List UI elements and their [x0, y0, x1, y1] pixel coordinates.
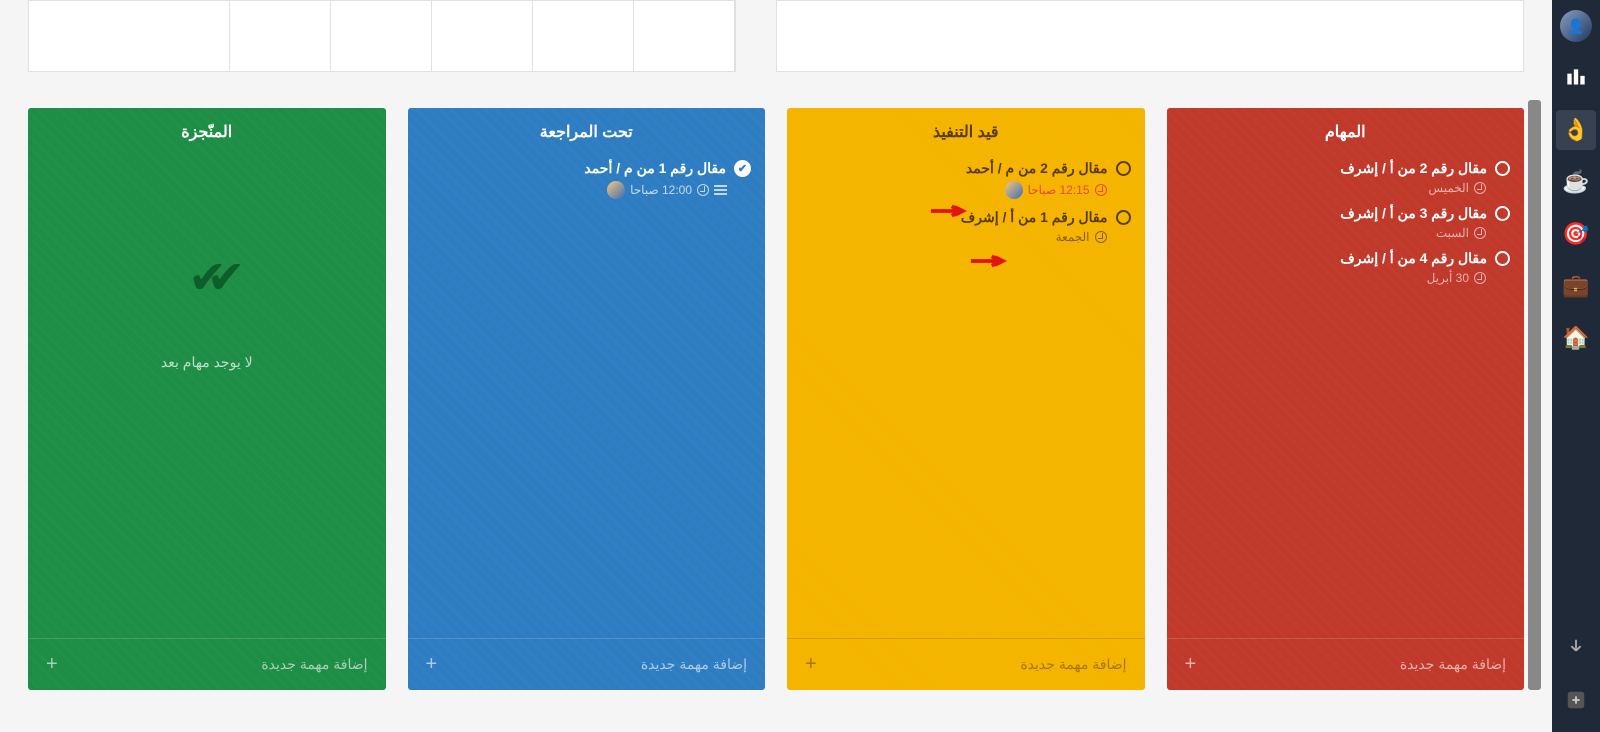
right-sidebar: 👤 👌 ☕ 🎯 💼 🏠 — [1552, 0, 1600, 732]
column-review: تحت المراجعة ✔ مقال رقم 1 من م / أحمد 12:… — [408, 108, 766, 690]
add-label: إضافة مهمة جديدة — [1400, 656, 1506, 673]
assignee-avatar-icon — [1005, 181, 1023, 199]
task-done-check-icon[interactable]: ✔ — [734, 160, 751, 177]
plus-icon: + — [426, 653, 438, 676]
calendar-cell[interactable] — [230, 1, 331, 71]
sidebar-home[interactable]: 🏠 — [1556, 318, 1596, 358]
calendar-cell[interactable] — [634, 1, 735, 71]
task-status-circle-icon[interactable] — [1495, 161, 1510, 176]
sidebar-ok[interactable]: 👌 — [1556, 110, 1596, 150]
task-card[interactable]: مقال رقم 3 من أ / إشرف السبت — [1181, 205, 1511, 240]
task-card[interactable]: مقال رقم 2 من أ / إشرف الخميس — [1181, 160, 1511, 195]
clock-icon — [1095, 231, 1107, 243]
column-header: المهام — [1167, 108, 1525, 160]
briefcase-icon: 💼 — [1562, 273, 1589, 299]
task-title: مقال رقم 1 من أ / إشرف — [961, 209, 1108, 226]
task-list: ✔✔ لا يوجد مهام بعد — [28, 160, 386, 638]
sidebar-briefcase[interactable]: 💼 — [1556, 266, 1596, 306]
clock-icon — [1474, 272, 1486, 284]
task-title: مقال رقم 3 من أ / إشرف — [1340, 205, 1487, 222]
add-task-button[interactable]: إضافة مهمة جديدة + — [787, 638, 1145, 690]
clock-icon — [1474, 182, 1486, 194]
task-status-circle-icon[interactable] — [1495, 206, 1510, 221]
top-panel-right — [28, 0, 736, 72]
sidebar-avatar[interactable]: 👤 — [1556, 6, 1596, 46]
assignee-avatar-icon — [607, 181, 625, 199]
sidebar-logo[interactable] — [1556, 58, 1596, 98]
task-meta: 30 أبريل — [1427, 271, 1469, 285]
plus-icon: + — [805, 653, 817, 676]
list-icon — [714, 185, 727, 195]
task-card[interactable]: مقال رقم 4 من أ / إشرف 30 أبريل — [1181, 250, 1511, 285]
coffee-icon: ☕ — [1562, 169, 1589, 195]
sidebar-target[interactable]: 🎯 — [1556, 214, 1596, 254]
clock-icon — [697, 184, 709, 196]
annotation-arrow-icon — [929, 204, 967, 218]
calendar-cell[interactable] — [432, 1, 533, 71]
add-task-button[interactable]: إضافة مهمة جديدة + — [28, 638, 386, 690]
task-card[interactable]: مقال رقم 2 من م / أحمد 12:15 صباحا — [801, 160, 1131, 199]
clock-icon — [1095, 184, 1107, 196]
task-list: مقال رقم 2 من أ / إشرف الخميس مقال رقم 3… — [1167, 160, 1525, 638]
task-status-circle-icon[interactable] — [1116, 161, 1131, 176]
top-panels — [28, 0, 1524, 72]
top-panel-left — [776, 0, 1524, 72]
column-header: قيد التنفيذ — [787, 108, 1145, 160]
scrollbar[interactable] — [1528, 100, 1541, 690]
task-meta: 12:00 صباحا — [630, 183, 692, 197]
board-container: المهام مقال رقم 2 من أ / إشرف الخميس مقا… — [0, 0, 1552, 732]
sidebar-download[interactable] — [1556, 628, 1596, 668]
column-header: تحت المراجعة — [408, 108, 766, 160]
task-status-circle-icon[interactable] — [1495, 251, 1510, 266]
calendar-cell[interactable] — [129, 1, 230, 71]
task-status-circle-icon[interactable] — [1116, 210, 1131, 225]
task-title: مقال رقم 1 من م / أحمد — [584, 160, 726, 177]
column-header: المنّجزة — [28, 108, 386, 160]
home-icon: 🏠 — [1562, 325, 1589, 351]
kanban-columns: المهام مقال رقم 2 من أ / إشرف الخميس مقا… — [28, 108, 1524, 690]
task-title: مقال رقم 4 من أ / إشرف — [1340, 250, 1487, 267]
clock-icon — [1474, 227, 1486, 239]
calendar-cell[interactable] — [533, 1, 634, 71]
plus-square-icon — [1565, 689, 1587, 711]
task-meta: الخميس — [1428, 181, 1469, 195]
annotation-arrow-icon — [969, 254, 1007, 268]
empty-message: لا يوجد مهام بعد — [161, 354, 253, 371]
monday-logo-icon — [1563, 65, 1589, 91]
column-tasks: المهام مقال رقم 2 من أ / إشرف الخميس مقا… — [1167, 108, 1525, 690]
task-meta: 12:15 صباحا — [1028, 183, 1090, 197]
download-icon — [1565, 637, 1587, 659]
add-task-button[interactable]: إضافة مهمة جديدة + — [1167, 638, 1525, 690]
empty-state: ✔✔ لا يوجد مهام بعد — [42, 160, 372, 460]
user-avatar-icon: 👤 — [1560, 10, 1592, 42]
target-icon: 🎯 — [1562, 221, 1589, 247]
plus-icon: + — [46, 653, 58, 676]
task-meta: الجمعة — [1056, 230, 1090, 244]
task-card[interactable]: ✔ مقال رقم 1 من م / أحمد 12:00 صباحا — [422, 160, 752, 199]
add-label: إضافة مهمة جديدة — [261, 656, 367, 673]
sidebar-add[interactable] — [1556, 680, 1596, 720]
column-inprogress: قيد التنفيذ مقال رقم 2 من م / أحمد 12:15… — [787, 108, 1145, 690]
calendar-cell[interactable] — [29, 1, 129, 71]
task-meta: السبت — [1436, 226, 1469, 240]
sidebar-coffee[interactable]: ☕ — [1556, 162, 1596, 202]
plus-icon: + — [1185, 653, 1197, 676]
task-title: مقال رقم 2 من أ / إشرف — [1340, 160, 1487, 177]
add-task-button[interactable]: إضافة مهمة جديدة + — [408, 638, 766, 690]
add-label: إضافة مهمة جديدة — [1020, 656, 1126, 673]
ok-hand-icon: 👌 — [1562, 117, 1589, 143]
double-check-icon: ✔✔ — [188, 250, 225, 304]
task-list: مقال رقم 2 من م / أحمد 12:15 صباحا مقال … — [787, 160, 1145, 638]
add-label: إضافة مهمة جديدة — [641, 656, 747, 673]
task-list: ✔ مقال رقم 1 من م / أحمد 12:00 صباحا — [408, 160, 766, 638]
task-title: مقال رقم 2 من م / أحمد — [966, 160, 1108, 177]
column-done: المنّجزة ✔✔ لا يوجد مهام بعد إضافة مهمة … — [28, 108, 386, 690]
calendar-cell[interactable] — [331, 1, 432, 71]
